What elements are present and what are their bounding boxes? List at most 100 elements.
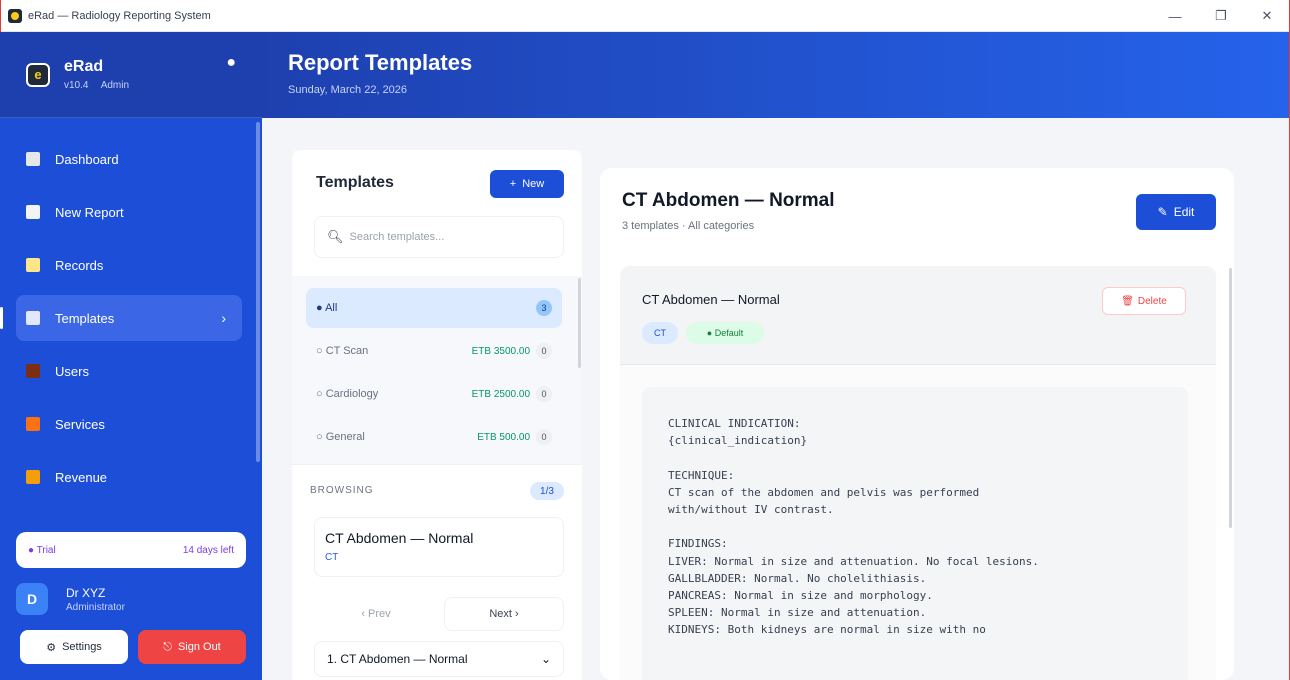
app-icon [8,8,22,23]
users-icon [26,364,40,378]
new-report-icon [26,205,40,219]
edit-label: Edit [1173,205,1195,219]
sign-out-button[interactable]: ⎋ Sign Out [138,630,246,664]
close-button[interactable]: ✕ [1244,0,1290,32]
templates-title: Templates [316,174,394,191]
page-header: Report Templates Sunday, March 22, 2026 [262,32,1289,118]
chevron-down-icon: ⌄ [540,652,551,666]
templates-icon [26,311,40,325]
services-icon [26,417,40,431]
category-item-all[interactable]: ● All 3 [306,288,562,328]
template-select[interactable]: 1. CT Abdomen — Normal ⌄ [314,641,564,677]
sidebar-item-new-report[interactable]: New Report [16,189,242,235]
user-role: Administrator [66,601,125,613]
delete-label: Delete [1137,295,1167,307]
window-controls: — ❐ ✕ [1152,0,1290,32]
template-detail-panel: CT Abdomen — Normal 3 templates · All ca… [600,168,1234,680]
category-name: ● All [316,302,338,314]
category-item-cardiology[interactable]: ○ Cardiology ETB 2500.00 0 [306,374,562,414]
sidebar-scrollbar[interactable] [256,122,260,462]
sidebar-item-services[interactable]: Services [16,401,242,447]
detail-scrollbar[interactable] [1229,268,1232,528]
edit-icon: ✎ [1157,205,1168,219]
new-template-button[interactable]: + New [490,170,564,198]
trash-icon: 🗑︎ [1121,295,1134,307]
category-name: ○ CT Scan [316,345,369,357]
sidebar-item-label: Records [55,257,104,273]
category-item-general[interactable]: ○ General ETB 500.00 0 [306,417,562,457]
category-name: ○ Cardiology [316,388,379,400]
minimize-button[interactable]: — [1152,0,1198,32]
window-title: eRad — Radiology Reporting System [28,9,211,22]
templates-panel-header: Templates + New 🔍︎ Search templates... [292,150,582,276]
template-card: CT Abdomen — Normal 🗑︎ Delete CT ● Defau… [620,266,1216,680]
template-body-box: CLINICAL INDICATION: {clinical_indicatio… [642,387,1188,680]
sign-out-icon: ⎋ [163,640,172,653]
template-body-area: CLINICAL INDICATION: {clinical_indicatio… [620,364,1216,680]
avatar: D [16,583,48,615]
detail-meta: 3 templates · All categories [622,220,755,232]
sidebar-item-users[interactable]: Users [16,348,242,394]
app-version: v10.4 [64,80,89,91]
sidebar-item-label: Services [55,416,105,432]
templates-panel: Templates + New 🔍︎ Search templates... ●… [292,150,582,680]
maximize-button[interactable]: ❐ [1198,0,1244,32]
plus-icon: + [509,178,517,190]
sidebar-nav: Dashboard New Report Records Templates ›… [0,118,262,500]
user-role-badge: Admin [100,80,130,91]
new-template-label: New [522,178,545,190]
category-count: 0 [536,343,552,359]
modality-tag: CT [642,322,678,344]
revenue-icon [26,470,40,484]
next-button[interactable]: Next › [444,597,564,631]
default-tag: ● Default [686,322,764,344]
settings-button[interactable]: ⚙ Settings [20,630,128,664]
category-price: ETB 2500.00 [471,388,530,400]
category-scrollbar[interactable] [578,278,581,368]
detail-title: CT Abdomen — Normal [622,190,835,211]
theme-toggle-icon[interactable]: ● [226,54,236,72]
sidebar-item-records[interactable]: Records [16,242,242,288]
sidebar-item-revenue[interactable]: Revenue [16,454,242,500]
trial-badge: ● Trial 14 days left [16,532,246,568]
sidebar-item-label: Templates [55,310,115,326]
category-count: 3 [536,300,552,316]
category-name: ○ General [316,431,365,443]
user-profile: D Dr XYZ Administrator [16,576,246,622]
category-price: ETB 3500.00 [471,345,530,357]
sidebar-item-label: Dashboard [55,151,119,167]
chevron-right-icon: › [221,310,226,326]
sidebar-item-templates[interactable]: Templates › [0,295,242,341]
delete-button[interactable]: 🗑︎ Delete [1102,287,1186,315]
trial-days-left: 14 days left [182,544,234,556]
dashboard-icon [26,152,40,166]
template-card-title: CT Abdomen — Normal [642,292,780,307]
category-list: ● All 3 ○ CT Scan ETB 3500.00 0 ○ Cardio… [306,288,562,460]
page-title: Report Templates [288,50,473,75]
trial-label: ● Trial [28,544,56,556]
search-input[interactable]: 🔍︎ Search templates... [314,216,564,258]
search-icon: 🔍︎ [327,229,344,244]
window-titlebar: eRad — Radiology Reporting System — ❐ ✕ [0,0,1290,32]
current-template-card[interactable]: CT Abdomen — Normal CT [314,517,564,577]
prev-button[interactable]: ‹ Prev [320,597,432,631]
current-template-title: CT Abdomen — Normal [325,530,474,546]
app-name: eRad [64,58,104,75]
sidebar-item-dashboard[interactable]: Dashboard [16,136,242,182]
category-count: 0 [536,386,552,402]
sidebar-item-label: New Report [55,204,124,220]
sidebar: e eRad v10.4 Admin ● Dashboard New Repor… [0,32,262,680]
user-name: Dr XYZ [66,585,106,600]
edit-button[interactable]: ✎ Edit [1136,194,1216,230]
sidebar-item-label: Users [55,363,89,379]
template-select-value: 1. CT Abdomen — Normal [327,652,468,666]
records-icon [26,258,40,272]
sign-out-label: Sign Out [177,641,221,653]
search-placeholder: Search templates... [349,231,445,243]
settings-label: Settings [62,641,102,653]
brand: e eRad v10.4 Admin ● [0,32,262,118]
sidebar-item-label: Revenue [55,469,108,485]
category-price: ETB 500.00 [477,431,530,443]
browsing-section: BROWSING 1/3 CT Abdomen — Normal CT ‹ Pr… [292,464,582,680]
category-item-ct-scan[interactable]: ○ CT Scan ETB 3500.00 0 [306,331,562,371]
